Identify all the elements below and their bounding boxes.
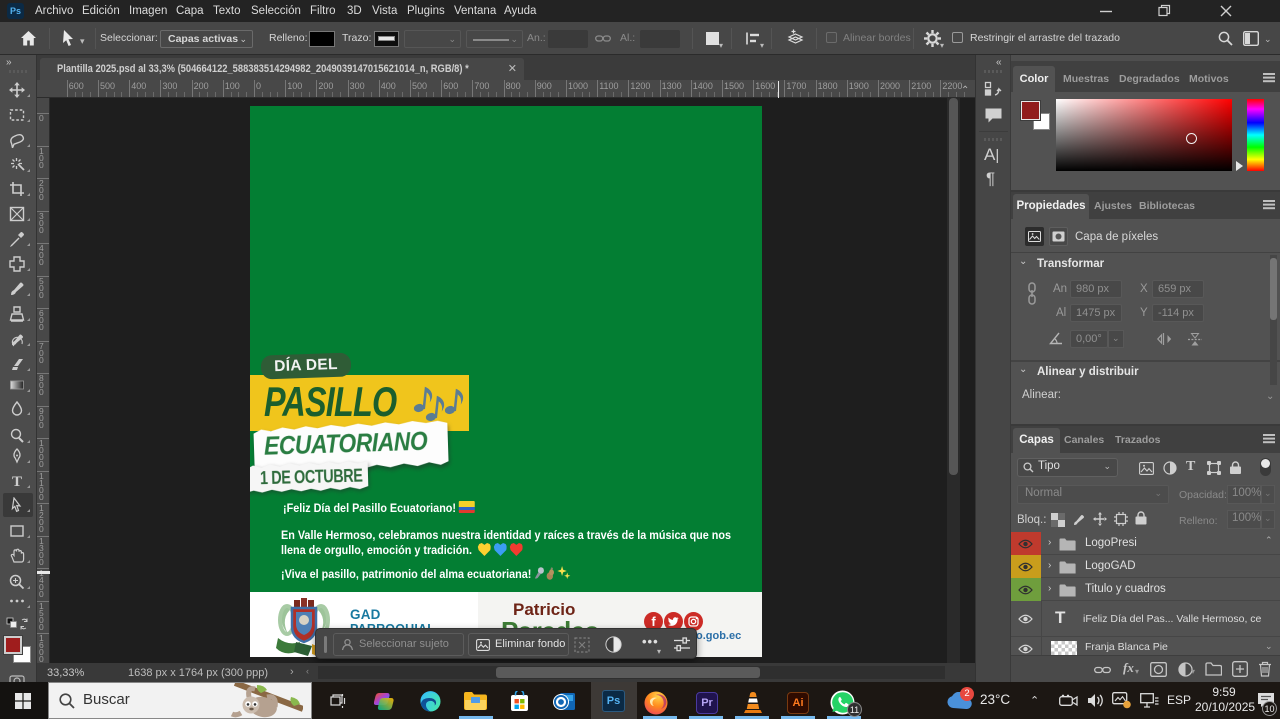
svg-text:T: T bbox=[12, 474, 22, 489]
